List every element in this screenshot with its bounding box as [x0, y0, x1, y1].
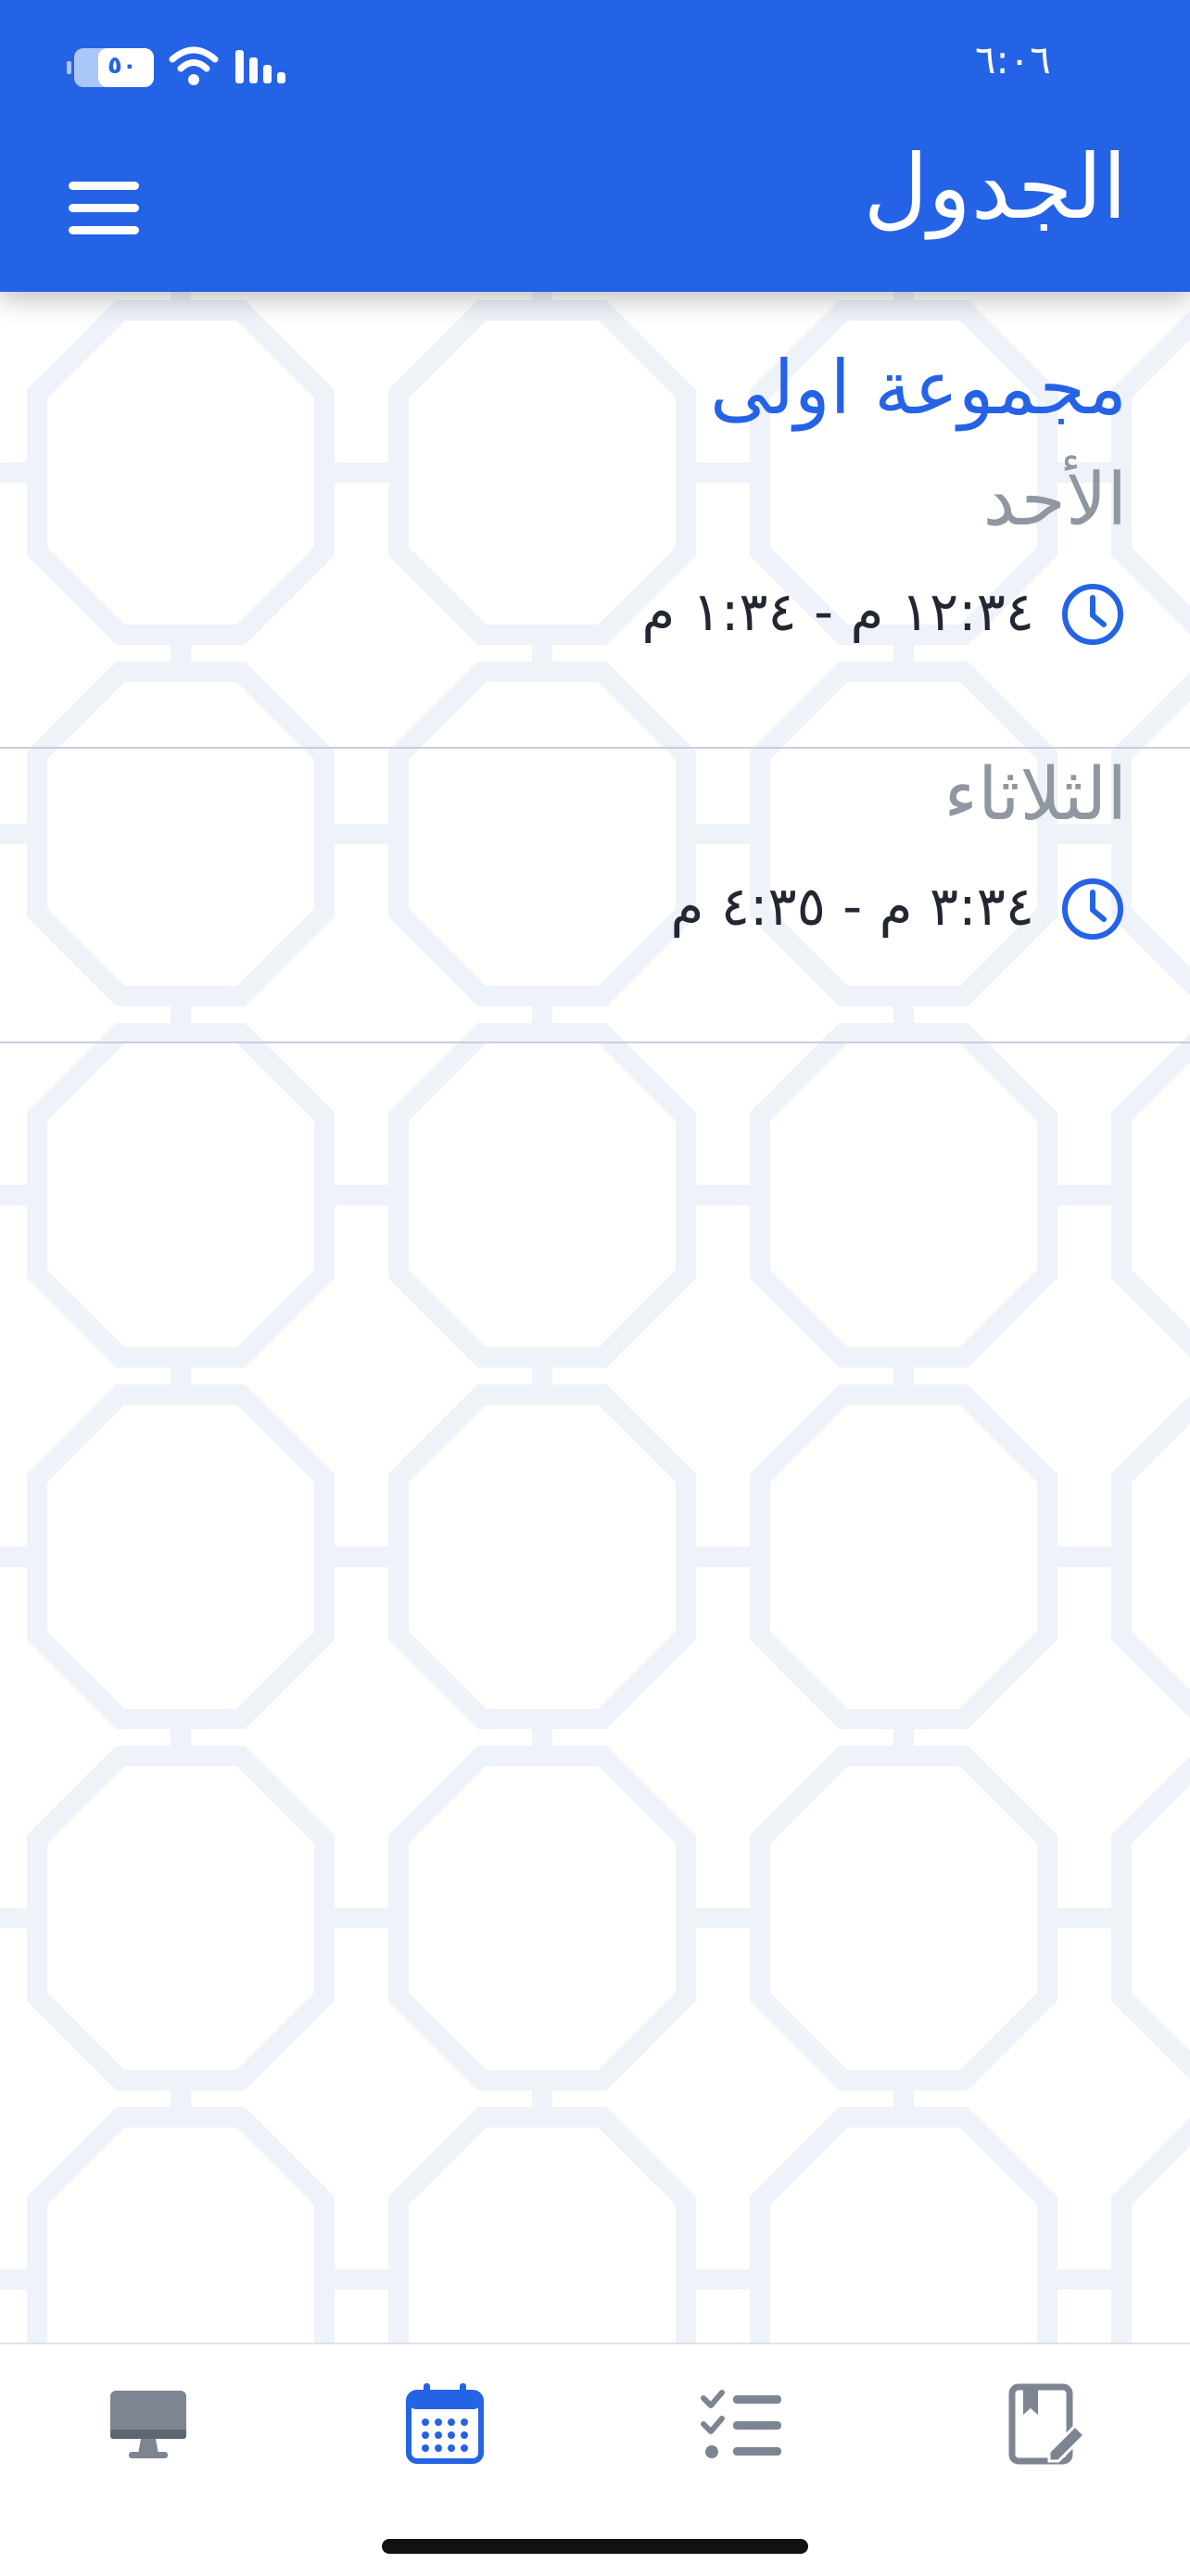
nav-notebook[interactable]	[992, 2378, 1094, 2470]
schedule-item-tuesday[interactable]: الثلاثاء ٣:٣٤ م - ٤:٣٥ م	[0, 749, 1190, 1043]
app-header: ٥٠ ٦:٠٦ الجدول	[0, 0, 1190, 292]
desktop-icon	[110, 2391, 186, 2458]
cellular-signal-icon	[235, 50, 285, 83]
schedule-item-sunday[interactable]: الأحد ١٢:٣٤ م - ١:٣٤ م	[0, 454, 1190, 749]
clock-icon	[1062, 584, 1123, 645]
group-title: مجموعة اولى	[709, 345, 1127, 431]
wifi-icon	[169, 46, 219, 85]
checklist-icon	[701, 2390, 781, 2458]
calendar-icon	[406, 2383, 484, 2464]
divider	[0, 1042, 1190, 1043]
hamburger-menu-icon[interactable]	[69, 182, 139, 235]
time-range: ١٢:٣٤ م - ١:٣٤ م	[641, 580, 1034, 643]
clock-icon	[1062, 878, 1123, 940]
battery-icon: ٥٠	[67, 48, 154, 87]
home-indicator	[382, 2539, 808, 2554]
status-time: ٦:٠٦	[975, 37, 1051, 82]
nav-calendar[interactable]	[394, 2378, 496, 2470]
page-title: الجدول	[863, 135, 1127, 239]
day-name: الثلاثاء	[943, 753, 1127, 837]
bottom-navigation	[0, 2342, 1190, 2576]
time-range: ٣:٣٤ م - ٤:٣٥ م	[670, 875, 1034, 938]
notebook-edit-icon	[1008, 2383, 1087, 2465]
day-name: الأحد	[982, 459, 1127, 542]
battery-level: ٥٠	[108, 52, 137, 80]
nav-checklist[interactable]	[690, 2378, 792, 2470]
nav-desktop[interactable]	[97, 2378, 199, 2470]
